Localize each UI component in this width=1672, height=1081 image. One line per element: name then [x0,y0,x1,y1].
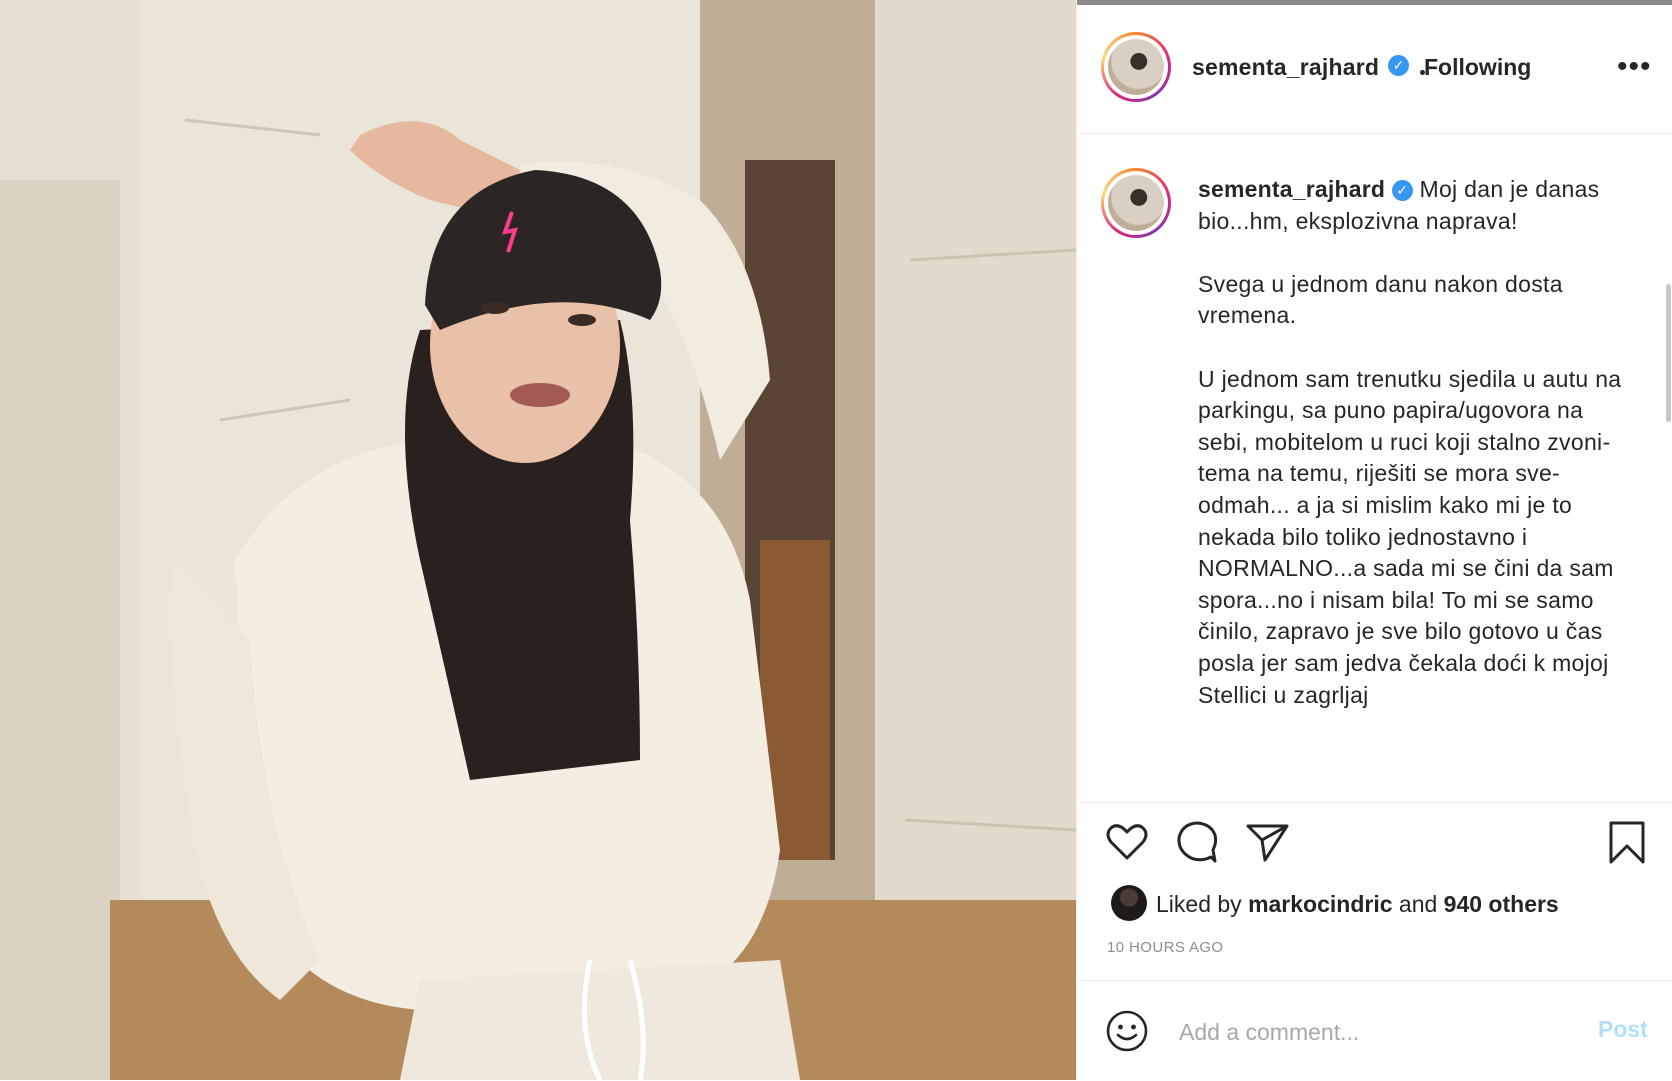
post-side-panel: sementa_rajhard ✓ Following ••• sementa_… [1076,0,1672,1080]
likes-and: and [1392,891,1444,917]
caption-avatar[interactable] [1101,168,1171,238]
caption-verified-icon: ✓ [1391,180,1413,201]
liker-avatar[interactable] [1111,885,1147,921]
likes-row: Liked by markocindric and 940 others [1111,884,1651,924]
following-button[interactable]: Following [1424,54,1531,81]
post-header: sementa_rajhard ✓ Following ••• [1077,0,1672,134]
post-timestamp[interactable]: 10 HOURS AGO [1107,939,1224,956]
post-photo[interactable] [0,0,1076,1080]
caption-paragraph-2: Svega u jednom danu nakon dosta vremena. [1198,270,1563,329]
caption-paragraph-3: U jednom sam trenutku sjedila u autu na … [1198,365,1622,708]
author-avatar[interactable] [1101,32,1171,102]
caption-scrollbar[interactable] [1666,284,1671,422]
bookmark-icon[interactable] [1603,818,1651,866]
caption: sementa_rajhard ✓ Moj dan je danas bio..… [1198,174,1623,711]
caption-intro: sementa_rajhard ✓ Moj dan je danas bio..… [1198,174,1623,237]
likes-text: Liked by markocindric and 940 others [1156,891,1559,918]
comment-input[interactable] [1177,1011,1551,1053]
comment-bar: Post [1077,980,1672,1081]
author-username[interactable]: sementa_rajhard [1192,54,1379,81]
emoji-icon[interactable] [1105,1009,1149,1053]
share-icon[interactable] [1243,818,1291,866]
photo-illustration [0,0,1076,1080]
heart-icon[interactable] [1103,818,1151,866]
likes-prefix: Liked by [1156,891,1249,917]
caption-scroll-area[interactable]: sementa_rajhard ✓ Moj dan je danas bio..… [1077,134,1672,803]
comment-icon[interactable] [1173,818,1221,866]
post-comment-button[interactable]: Post [1598,1016,1648,1043]
verified-icon: ✓ [1388,55,1409,76]
liker-username[interactable]: markocindric [1248,891,1392,917]
likes-others-link[interactable]: 940 others [1444,891,1559,917]
more-icon[interactable]: ••• [1617,52,1652,82]
action-bar [1077,818,1672,878]
caption-username[interactable]: sementa_rajhard [1198,176,1385,202]
